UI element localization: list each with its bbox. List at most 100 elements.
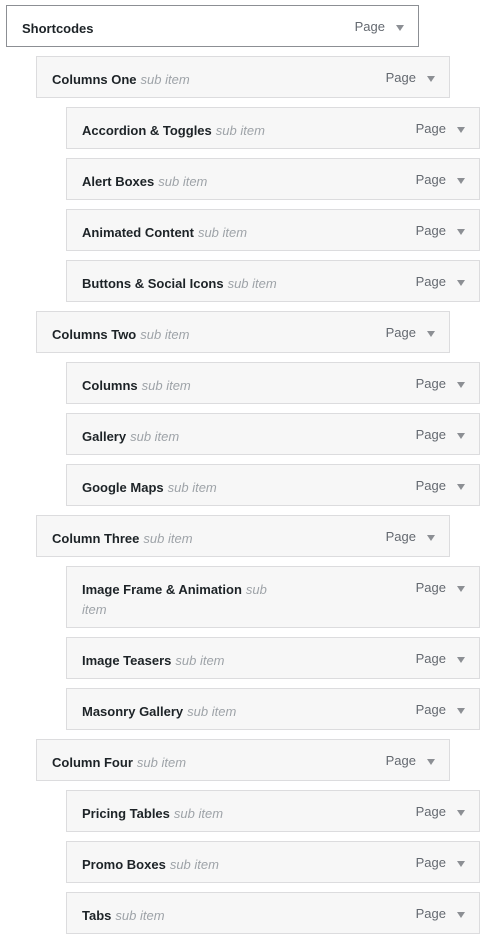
menu-item-subtitle: sub item [169, 857, 219, 872]
menu-item-shortcodes[interactable]: Shortcodes Page [6, 5, 419, 47]
chevron-down-icon[interactable] [452, 576, 472, 600]
chevron-down-icon[interactable] [452, 851, 472, 875]
menu-item-pricing-tables[interactable]: Pricing Tables sub item Page [66, 790, 480, 832]
menu-item-subtitle: sub item [175, 653, 225, 668]
menu-item-label: Alert Boxes [82, 174, 155, 189]
menu-item-title: Animated Content sub item [82, 223, 302, 243]
menu-item-columns[interactable]: Columns sub item Page [66, 362, 480, 404]
menu-item-type: Page [415, 223, 446, 238]
menu-item-promo-boxes[interactable]: Promo Boxes sub item Page [66, 841, 480, 883]
menu-item-subtitle: sub item [227, 276, 277, 291]
menu-item-type: Page [415, 478, 446, 493]
menu-item-columns-two[interactable]: Columns Two sub item Page [36, 311, 450, 353]
menu-item-label: Buttons & Social Icons [82, 276, 224, 291]
menu-item-subtitle: sub item [140, 327, 190, 342]
menu-item-image-frame-animation[interactable]: Image Frame & Animation sub item Page [66, 566, 480, 628]
chevron-down-icon[interactable] [422, 66, 442, 90]
menu-item-label: Columns Two [52, 327, 137, 342]
menu-item-subtitle: sub item [140, 72, 190, 87]
menu-item-title: Columns Two sub item [52, 325, 272, 345]
menu-item-type: Page [385, 325, 416, 340]
menu-item-label: Image Frame & Animation [82, 582, 242, 597]
chevron-down-icon[interactable] [391, 15, 411, 39]
menu-item-title: Promo Boxes sub item [82, 855, 302, 875]
menu-item-title: Tabs sub item [82, 906, 302, 926]
menu-item-type: Page [354, 19, 385, 34]
menu-item-column-three[interactable]: Column Three sub item Page [36, 515, 450, 557]
menu-item-tabs[interactable]: Tabs sub item Page [66, 892, 480, 934]
menu-item-subtitle: sub item [167, 480, 217, 495]
menu-item-label: Google Maps [82, 480, 164, 495]
menu-item-subtitle: sub item [143, 531, 193, 546]
menu-item-title: Shortcodes [22, 19, 242, 39]
menu-item-type: Page [385, 70, 416, 85]
menu-item-subtitle: sub item [215, 123, 265, 138]
menu-item-label: Tabs [82, 908, 112, 923]
chevron-down-icon[interactable] [452, 647, 472, 671]
menu-item-title: Gallery sub item [82, 427, 302, 447]
menu-item-label: Column Three [52, 531, 140, 546]
chevron-down-icon[interactable] [452, 423, 472, 447]
menu-item-title: Columns sub item [82, 376, 302, 396]
chevron-down-icon[interactable] [422, 749, 442, 773]
menu-item-accordion-toggles[interactable]: Accordion & Toggles sub item Page [66, 107, 480, 149]
menu-item-label: Gallery [82, 429, 127, 444]
menu-item-title: Image Frame & Animation sub item [82, 580, 287, 620]
menu-item-label: Accordion & Toggles [82, 123, 212, 138]
menu-item-gallery[interactable]: Gallery sub item Page [66, 413, 480, 455]
menu-item-google-maps[interactable]: Google Maps sub item Page [66, 464, 480, 506]
menu-item-type: Page [415, 702, 446, 717]
menu-item-type: Page [415, 580, 446, 595]
menu-item-type: Page [415, 651, 446, 666]
menu-item-title: Accordion & Toggles sub item [82, 121, 302, 141]
menu-item-image-teasers[interactable]: Image Teasers sub item Page [66, 637, 480, 679]
menu-item-columns-one[interactable]: Columns One sub item Page [36, 56, 450, 98]
menu-item-label: Column Four [52, 755, 133, 770]
menu-item-type: Page [415, 376, 446, 391]
menu-item-title: Image Teasers sub item [82, 651, 302, 671]
menu-item-title: Column Four sub item [52, 753, 272, 773]
chevron-down-icon[interactable] [422, 525, 442, 549]
menu-item-title: Buttons & Social Icons sub item [82, 274, 322, 294]
menu-item-subtitle: sub item [136, 755, 187, 770]
menu-item-type: Page [415, 906, 446, 921]
menu-item-column-four[interactable]: Column Four sub item Page [36, 739, 450, 781]
chevron-down-icon[interactable] [452, 698, 472, 722]
chevron-down-icon[interactable] [452, 372, 472, 396]
menu-item-masonry-gallery[interactable]: Masonry Gallery sub item Page [66, 688, 480, 730]
chevron-down-icon[interactable] [452, 800, 472, 824]
chevron-down-icon[interactable] [452, 168, 472, 192]
menu-item-type: Page [385, 529, 416, 544]
menu-item-label: Pricing Tables [82, 806, 170, 821]
menu-item-label: Masonry Gallery [82, 704, 184, 719]
menu-item-buttons-social-icons[interactable]: Buttons & Social Icons sub item Page [66, 260, 480, 302]
menu-item-title: Alert Boxes sub item [82, 172, 302, 192]
menu-item-subtitle: sub item [130, 429, 180, 444]
chevron-down-icon[interactable] [452, 270, 472, 294]
menu-item-title: Column Three sub item [52, 529, 272, 549]
menu-item-label: Columns One [52, 72, 137, 87]
menu-item-label: Columns [82, 378, 138, 393]
menu-item-label: Image Teasers [82, 653, 172, 668]
menu-item-type: Page [415, 804, 446, 819]
menu-item-title: Pricing Tables sub item [82, 804, 302, 824]
menu-item-label: Animated Content [82, 225, 194, 240]
menu-item-alert-boxes[interactable]: Alert Boxes sub item Page [66, 158, 480, 200]
menu-item-subtitle: sub item [187, 704, 237, 719]
chevron-down-icon[interactable] [452, 219, 472, 243]
menu-item-label: Promo Boxes [82, 857, 166, 872]
chevron-down-icon[interactable] [422, 321, 442, 345]
menu-item-subtitle: sub item [173, 806, 224, 821]
menu-item-type: Page [385, 753, 416, 768]
menu-item-label: Shortcodes [22, 21, 94, 36]
chevron-down-icon[interactable] [452, 474, 472, 498]
menu-item-animated-content[interactable]: Animated Content sub item Page [66, 209, 480, 251]
menu-item-subtitle: sub item [158, 174, 208, 189]
menu-item-subtitle: sub item [197, 225, 248, 240]
menu-item-subtitle: sub item [141, 378, 191, 393]
menu-item-type: Page [415, 274, 446, 289]
chevron-down-icon[interactable] [452, 117, 472, 141]
menu-item-subtitle: sub item [115, 908, 165, 923]
chevron-down-icon[interactable] [452, 902, 472, 926]
menu-item-title: Columns One sub item [52, 70, 272, 90]
